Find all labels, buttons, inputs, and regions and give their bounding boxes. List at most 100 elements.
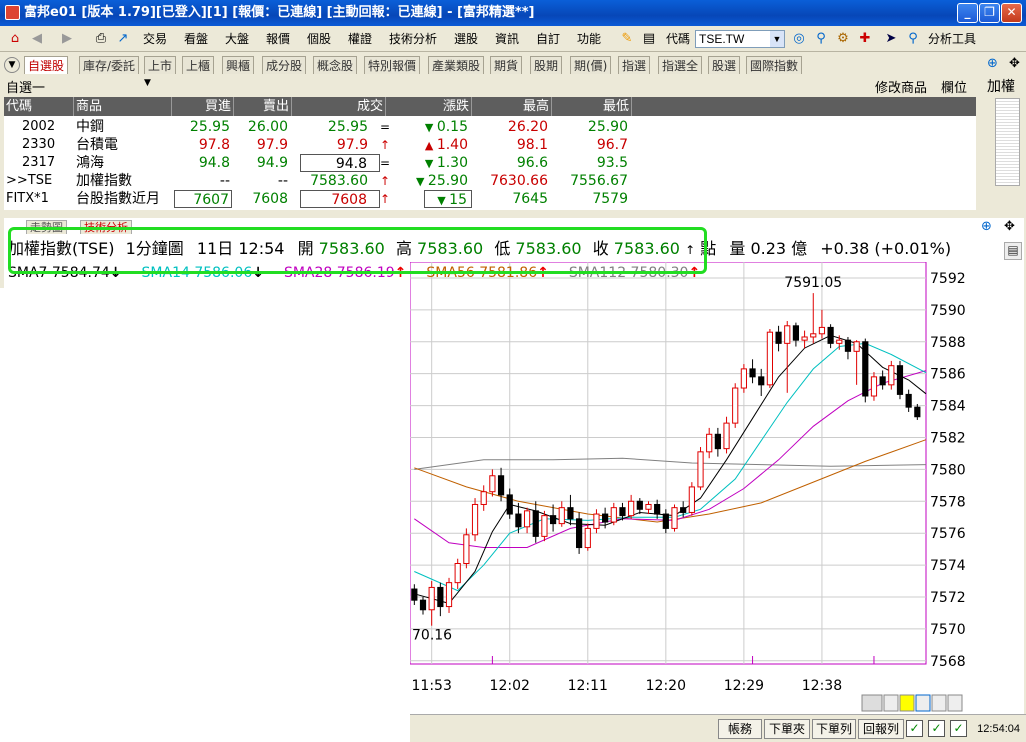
quote-ask: 94.9 [256,155,288,171]
menu-item-screener[interactable]: 選股 [454,30,478,48]
chevron-down-icon[interactable]: ▼ [144,78,151,88]
tab-emerging[interactable]: 興櫃 [222,56,255,74]
quote-grid-header: 代碼 商品 買進 賣出 成交 漲跌 最高 最低 [4,97,976,116]
calendar-icon[interactable]: ▤ [640,30,658,48]
candle-body [749,368,756,378]
zoom-in-icon[interactable]: ⊕ [987,56,998,71]
table-row[interactable]: 2002 中鋼 25.95 26.00 25.95 = ▼ 0.15 26.20 25.90 [4,118,976,136]
chart-scroll-controls[interactable] [861,694,963,712]
quote-high: 98.1 [516,137,548,153]
expand-icon[interactable]: ✥ [1009,56,1020,71]
zoom-in-icon[interactable]: ⊕ [981,219,992,234]
pencil-icon[interactable]: ✎ [618,30,636,48]
tab-index-options-all[interactable]: 指選全 [658,56,703,74]
window-title: 富邦e01 [版本 1.79][已登入][1] [報價：已連線] [主動回報：已… [24,5,535,20]
code-input[interactable]: TSE.TW ▼ [695,30,785,48]
binoculars-icon[interactable]: ◎ [790,30,808,48]
y-tick-label: 7580 [930,462,966,478]
close-button[interactable]: ✕ [1001,3,1022,23]
table-row[interactable]: 2330 台積電 97.8 97.9 97.9 ↑ ▲ 1.40 98.1 96.7 [4,136,976,154]
chevron-down-icon[interactable]: ▼ [770,31,784,47]
check-icon[interactable]: ✓ [928,720,945,737]
menu-item-watch[interactable]: 看盤 [184,30,208,48]
menu-item-trade[interactable]: 交易 [143,30,167,48]
col-last[interactable]: 成交 [294,97,386,116]
popout-icon[interactable]: ↗ [114,30,132,48]
check-icon[interactable]: ✓ [906,720,923,737]
watchlist-select[interactable]: 自選一 [6,77,45,96]
quote-bid: 25.95 [189,119,230,135]
tab-index-options[interactable]: 指選 [618,56,651,74]
col-low[interactable]: 最低 [554,97,632,116]
tab-futures[interactable]: 期貨 [490,56,523,74]
table-row[interactable]: 2317 鴻海 94.8 94.9 94.8 = ▼ 1.30 96.6 93.5 [4,154,976,172]
order-bar-button[interactable]: 下單列 [812,719,856,739]
x-tick-label: 12:29 [724,678,764,694]
print-icon[interactable]: ⎙ [92,30,110,48]
tab-scroll-icon[interactable]: ▼ [4,57,20,73]
candle-body [662,513,669,529]
side-scrollbar[interactable] [995,98,1020,186]
tab-inventory[interactable]: 庫存/委託 [79,56,140,74]
tab-special-quote[interactable]: 特別報價 [364,56,421,74]
menu-item-stock[interactable]: 個股 [307,30,331,48]
order-folder-button[interactable]: 下單夾 [764,719,810,739]
quote-bid: 97.8 [198,137,230,153]
home-icon[interactable]: ⌂ [6,30,24,48]
menu-item-technical[interactable]: 技術分析 [389,30,437,48]
volume-unit: 億 [791,239,808,258]
tab-components[interactable]: 成分股 [262,56,307,74]
quote-tabs: ▼ 自選股 庫存/委託 上市 上櫃 興櫃 成分股 概念股 特別報價 產業類股 期… [0,54,980,74]
menu-item-function[interactable]: 功能 [577,30,601,48]
y-tick-label: 7582 [930,430,966,446]
account-button[interactable]: 帳務 [718,719,762,739]
restore-button[interactable]: ❐ [979,3,1000,23]
tab-industry[interactable]: 產業類股 [428,56,485,74]
tab-stock-futures[interactable]: 股期 [530,56,563,74]
cursor-icon[interactable]: ➤ [882,30,900,48]
menu-item-quote[interactable]: 報價 [266,30,290,48]
tab-concept[interactable]: 概念股 [313,56,358,74]
tab-otc[interactable]: 上櫃 [182,56,215,74]
columns-button[interactable]: 欄位 [941,77,967,96]
quote-low: 7579 [592,191,628,207]
expand-icon[interactable]: ✥ [1004,219,1015,234]
menu-item-market[interactable]: 大盤 [225,30,249,48]
col-name[interactable]: 商品 [76,97,172,116]
candle-body [758,376,765,386]
settings-icon[interactable]: ⚙ [834,30,852,48]
tab-watchlist[interactable]: 自選股 [24,56,69,74]
report-bar-button[interactable]: 回報列 [858,719,904,739]
menu-item-info[interactable]: 資訊 [495,30,519,48]
candle-body [497,475,505,496]
menu-item-warrant[interactable]: 權證 [348,30,372,48]
tab-stock-options[interactable]: 股選 [708,56,741,74]
candle-body [888,365,895,386]
down-triangle-icon: ▼ [424,121,437,134]
tools-icon[interactable]: ✚ [856,30,874,48]
panel-toggle-icon[interactable]: ▤ [1004,242,1022,260]
back-icon[interactable]: ◀ [28,30,46,48]
analysis-icon[interactable]: ⚲ [904,30,922,48]
col-bid[interactable]: 買進 [174,97,234,116]
col-code[interactable]: 代碼 [6,97,74,116]
menu-item-custom[interactable]: 自訂 [536,30,560,48]
minimize-button[interactable]: _ [957,3,978,23]
tab-futures-price[interactable]: 期(價) [570,56,612,74]
menu-item-analysis-tools[interactable]: 分析工具 [928,30,976,48]
edit-products-button[interactable]: 修改商品 [875,77,927,96]
tab-intl-index[interactable]: 國際指數 [746,56,803,74]
table-row[interactable]: FITX*1 台股指數近月 7607 7608 7608 ↑ ▼ 15 7645 7579 [4,190,976,208]
tab-listed[interactable]: 上市 [144,56,177,74]
col-change[interactable]: 漲跌 [388,97,472,116]
search-icon[interactable]: ⚲ [812,30,830,48]
candle-body [818,326,826,335]
table-row[interactable]: >>TSE 加權指數 -- -- 7583.60 ↑ ▼ 25.90 7630.66 7556.… [4,172,976,190]
candle-body [862,341,869,397]
check-icon[interactable]: ✓ [950,720,967,737]
forward-icon[interactable]: ▶ [58,30,76,48]
col-high[interactable]: 最高 [474,97,552,116]
code-label: 代碼 [666,32,691,46]
candlestick-chart[interactable]: 7568 7570 7572 7574 7576 7578 7580 7582 7584 7586… [410,262,970,714]
col-ask[interactable]: 賣出 [236,97,292,116]
